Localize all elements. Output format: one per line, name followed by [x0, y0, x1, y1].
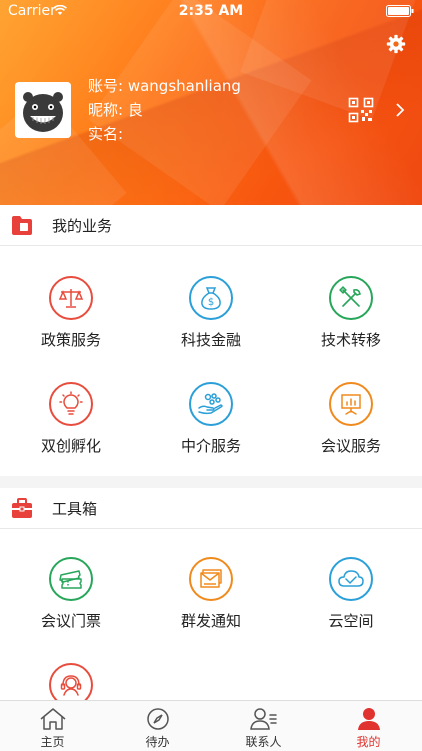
cloud-space-label: 云空间	[328, 612, 374, 630]
mass-notice-label: 群发通知	[180, 612, 241, 630]
nickname-row: 昵称: 良	[88, 98, 241, 122]
status-bar: Carrier 2:35 AM	[0, 0, 422, 22]
toolbox-icon	[12, 498, 32, 518]
tech-finance-item[interactable]: $ 科技金融	[141, 276, 281, 350]
settings-gear-icon[interactable]	[386, 34, 406, 54]
tech-transfer-item[interactable]: 技术转移	[281, 276, 421, 350]
money-bag-icon: $	[201, 287, 221, 310]
tools-icon	[339, 286, 361, 307]
profile-header: Carrier 2:35 AM 账号: wangshanliang 昵称: 良 …	[0, 0, 422, 205]
account-label: 账号:	[88, 77, 124, 95]
cloud-icon	[338, 570, 364, 587]
toolbox-section-header: 工具箱	[0, 488, 422, 529]
avatar[interactable]	[15, 82, 71, 138]
toolbox-section-title: 工具箱	[52, 500, 98, 518]
policy-service-item[interactable]: 政策服务	[1, 276, 141, 350]
cloud-space-icon-circle	[329, 557, 373, 601]
incubation-label: 双创孵化	[40, 437, 101, 455]
realname-row: 实名:	[88, 122, 241, 146]
ticket-icon	[59, 570, 82, 589]
person-icon	[357, 708, 380, 730]
envelope-icon	[200, 569, 222, 588]
tab-bar: 主页 待办 联系人 我的	[0, 700, 422, 751]
agency-service-label: 中介服务	[180, 437, 241, 455]
scales-icon	[58, 289, 84, 308]
tab-todo[interactable]: 待办	[105, 701, 210, 751]
meeting-service-item[interactable]: 会议服务	[281, 382, 421, 456]
agency-service-item[interactable]: 中介服务	[141, 382, 281, 456]
chevron-right-icon[interactable]	[395, 102, 405, 118]
mass-notice-icon-circle	[189, 557, 233, 601]
cloud-space-item[interactable]: 云空间	[281, 557, 421, 631]
nickname-label: 昵称:	[88, 101, 124, 119]
business-section-title: 我的业务	[52, 217, 113, 235]
tab-home-label: 主页	[40, 735, 65, 749]
qr-code-icon[interactable]	[348, 97, 374, 123]
status-time: 2:35 AM	[178, 3, 244, 19]
tab-todo-label: 待办	[145, 735, 170, 749]
account-value: wangshanliang	[127, 77, 241, 95]
avatar-image	[15, 82, 71, 138]
meeting-service-label: 会议服务	[320, 437, 381, 455]
compass-icon	[146, 708, 169, 730]
incubation-item[interactable]: 双创孵化	[1, 382, 141, 456]
lightbulb-icon	[59, 391, 83, 415]
toolbox-section: 工具箱 会议门票 群发通知 云空间	[0, 488, 422, 700]
incubation-icon-circle	[49, 382, 93, 426]
hand-icon	[198, 393, 223, 415]
tab-mine[interactable]: 我的	[316, 701, 421, 751]
account-row: 账号: wangshanliang	[88, 74, 241, 98]
business-folder-icon	[12, 216, 32, 235]
meeting-ticket-icon-circle	[49, 557, 93, 601]
presentation-icon	[341, 394, 361, 415]
business-section-header: 我的业务	[0, 205, 422, 246]
meeting-ticket-item[interactable]: 会议门票	[1, 557, 141, 631]
meeting-ticket-label: 会议门票	[40, 612, 101, 630]
realname-label: 实名:	[88, 125, 124, 143]
tab-contacts-label: 联系人	[245, 735, 282, 749]
home-icon	[40, 708, 65, 730]
policy-service-label: 政策服务	[40, 331, 101, 349]
tech-finance-icon-circle: $	[189, 276, 233, 320]
mass-notice-item[interactable]: 群发通知	[141, 557, 281, 631]
tech-finance-label: 科技金融	[180, 331, 241, 349]
battery-icon	[386, 5, 414, 17]
contacts-icon	[249, 708, 277, 730]
agency-service-icon-circle	[189, 382, 233, 426]
policy-service-icon-circle	[49, 276, 93, 320]
tab-home[interactable]: 主页	[0, 701, 105, 751]
nickname-value: 良	[127, 101, 143, 119]
tab-contacts[interactable]: 联系人	[211, 701, 316, 751]
headset-icon	[60, 675, 82, 696]
tech-transfer-label: 技术转移	[320, 331, 381, 349]
tech-transfer-icon-circle	[329, 276, 373, 320]
business-section: 我的业务 政策服务 $ 科技金融 技术转移 双创孵化 中介服务 会议服务	[0, 205, 422, 476]
svg-text:$: $	[208, 297, 214, 308]
customer-service-item[interactable]	[1, 663, 141, 700]
customer-service-icon-circle	[49, 663, 93, 700]
profile-info: 账号: wangshanliang 昵称: 良 实名:	[88, 74, 241, 146]
meeting-service-icon-circle	[329, 382, 373, 426]
tab-mine-label: 我的	[356, 735, 381, 749]
